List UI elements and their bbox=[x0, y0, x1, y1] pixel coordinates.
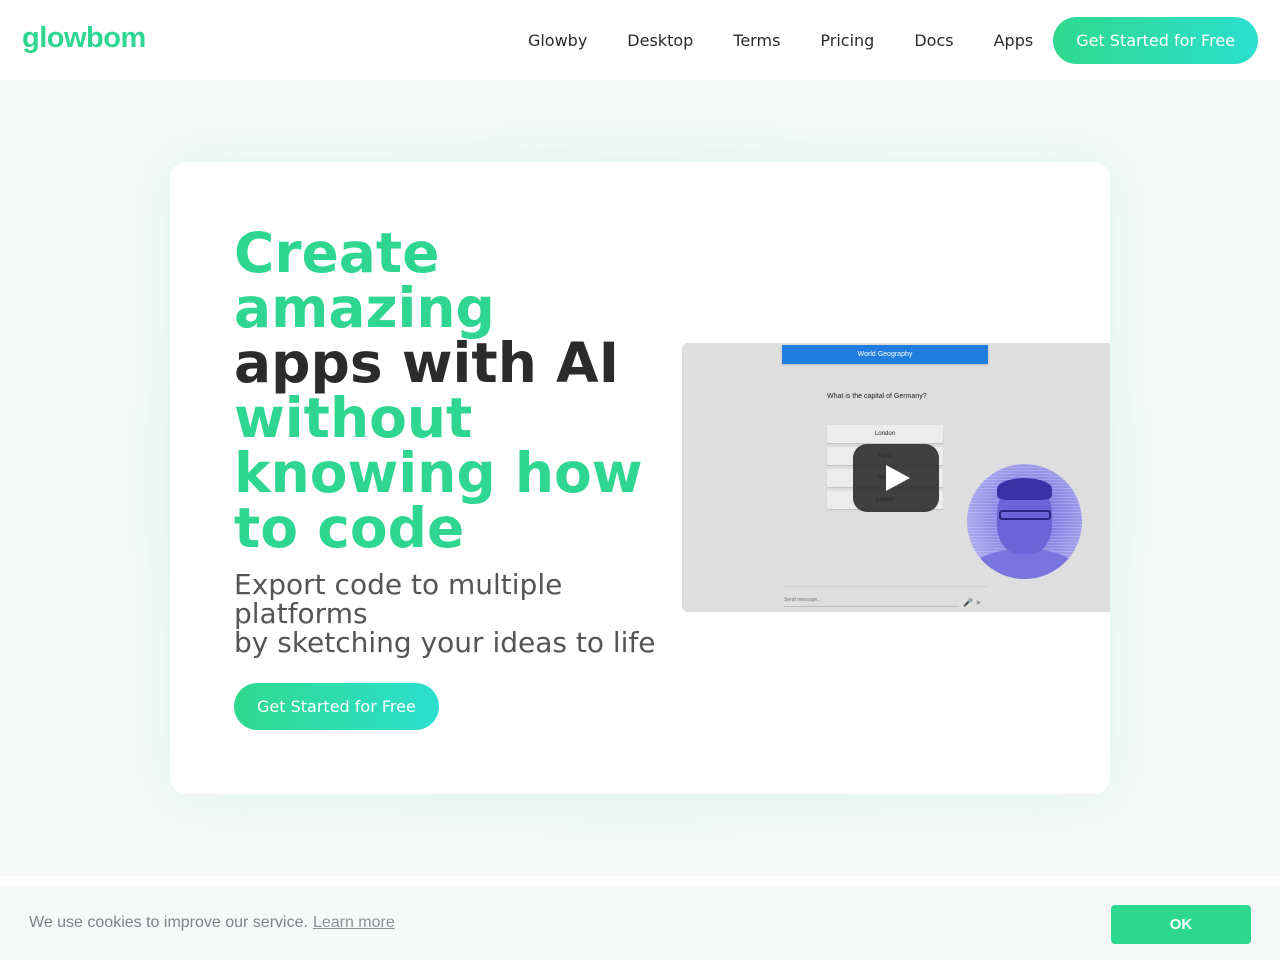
subhead-line: Export code to multiple platforms bbox=[234, 568, 563, 630]
get-started-nav-button[interactable]: Get Started for Free bbox=[1053, 17, 1258, 64]
demo-video[interactable]: World Geography What is the capital of G… bbox=[682, 343, 1110, 612]
cookie-message: We use cookies to improve our service. bbox=[29, 914, 308, 931]
quiz-question: What is the capital of Germany? bbox=[827, 393, 927, 400]
quiz-option: London bbox=[827, 425, 943, 443]
send-icon: ➤ bbox=[975, 598, 982, 607]
headline-line: to code bbox=[234, 496, 465, 560]
headline-line: knowing how bbox=[234, 441, 643, 505]
get-started-hero-button[interactable]: Get Started for Free bbox=[234, 683, 439, 730]
play-icon bbox=[886, 465, 910, 491]
nav-link-terms[interactable]: Terms bbox=[733, 31, 780, 50]
cookie-banner: We use cookies to improve our service. Le… bbox=[0, 887, 1280, 960]
headline-line: amazing bbox=[234, 276, 495, 340]
logo[interactable]: glowbom bbox=[22, 22, 146, 55]
headline-line: without bbox=[234, 386, 473, 450]
nav-link-pricing[interactable]: Pricing bbox=[820, 31, 874, 50]
nav-link-apps[interactable]: Apps bbox=[994, 31, 1034, 50]
nav-link-glowby[interactable]: Glowby bbox=[528, 31, 587, 50]
avatar-hair bbox=[997, 478, 1052, 500]
quiz-title-bar: World Geography bbox=[782, 345, 988, 364]
learn-more-link[interactable]: Learn more bbox=[313, 914, 395, 931]
presenter-avatar bbox=[967, 464, 1082, 579]
microphone-icon: 🎤 bbox=[963, 598, 973, 607]
avatar-glasses bbox=[999, 510, 1051, 520]
send-message-input: Send message... bbox=[784, 597, 959, 607]
play-button[interactable] bbox=[853, 444, 939, 512]
hero-headline: Create amazing apps with AI without know… bbox=[234, 226, 674, 556]
nav-link-docs[interactable]: Docs bbox=[914, 31, 953, 50]
nav-links: Glowby Desktop Terms Pricing Docs Apps G… bbox=[528, 17, 1258, 64]
top-nav: glowbom Glowby Desktop Terms Pricing Doc… bbox=[0, 0, 1280, 80]
hero-subhead: Export code to multiple platforms by ske… bbox=[234, 570, 674, 657]
nav-link-desktop[interactable]: Desktop bbox=[627, 31, 693, 50]
headline-line-emphasis: apps with AI bbox=[234, 331, 620, 395]
cookie-ok-button[interactable]: OK bbox=[1111, 905, 1251, 944]
hero-card: Create amazing apps with AI without know… bbox=[170, 162, 1110, 794]
send-divider bbox=[782, 586, 988, 587]
subhead-line: by sketching your ideas to life bbox=[234, 626, 656, 659]
cookie-message-wrap: We use cookies to improve our service. Le… bbox=[29, 914, 395, 932]
headline-line: Create bbox=[234, 221, 440, 285]
